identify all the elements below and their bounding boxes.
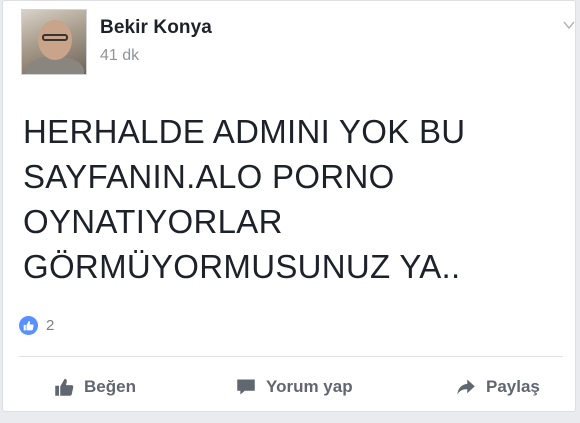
author-name[interactable]: Bekir Konya: [100, 17, 212, 39]
chevron-down-icon[interactable]: [563, 19, 575, 31]
post-text-line: SAYFANIN.ALO PORNO: [23, 158, 395, 195]
post-text: HERHALDE ADMINI YOK BU SAYFANIN.ALO PORN…: [23, 109, 563, 289]
avatar[interactable]: [21, 9, 87, 75]
comment-button[interactable]: Yorum yap: [235, 367, 353, 407]
share-label: Paylaş: [486, 377, 540, 396]
post-time[interactable]: 41 dk: [100, 47, 139, 65]
post-card: Bekir Konya 41 dk HERHALDE ADMINI YOK BU…: [2, 0, 576, 412]
like-reaction-icon: [19, 315, 38, 335]
like-button[interactable]: Beğen: [53, 367, 136, 407]
reactions-summary[interactable]: 2: [19, 314, 54, 336]
reaction-count: 2: [46, 316, 55, 334]
avatar-glasses: [42, 34, 68, 41]
action-bar: Beğen Yorum yap Paylaş: [3, 367, 575, 407]
post-text-line: OYNATIYORLAR: [23, 203, 283, 240]
thumbs-up-icon: [55, 378, 74, 396]
post-text-line: GÖRMÜYORMUSUNUZ YA..: [23, 248, 461, 285]
share-button[interactable]: Paylaş: [455, 367, 540, 407]
divider: [19, 356, 563, 357]
post-text-line: HERHALDE ADMINI YOK BU: [23, 113, 466, 150]
comment-icon: [237, 379, 255, 395]
share-arrow-icon: [457, 379, 475, 395]
comment-label: Yorum yap: [266, 377, 353, 396]
like-label: Beğen: [84, 377, 136, 396]
